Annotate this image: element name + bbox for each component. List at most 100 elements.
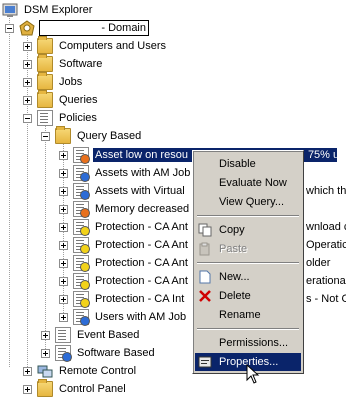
tree-item-policy[interactable]: Protection - CA Ant	[59, 236, 190, 254]
menu-item-new[interactable]: New...	[195, 268, 301, 286]
expand-icon[interactable]	[59, 276, 68, 286]
menu-item-view-query[interactable]: View Query...	[195, 193, 301, 211]
expand-icon[interactable]	[59, 222, 68, 232]
event-based-icon	[55, 327, 71, 343]
tree-item-policy[interactable]: Protection - CA Ant	[59, 254, 190, 272]
tree-item-label: Event Based	[77, 329, 140, 341]
menu-item-permissions[interactable]: Permissions...	[195, 334, 301, 352]
policy-icon	[73, 273, 90, 290]
software-based-icon	[55, 345, 72, 362]
tree-line	[9, 18, 10, 368]
expand-icon[interactable]	[23, 77, 32, 87]
policy-label-tail: older	[306, 257, 331, 269]
menu-item-rename[interactable]: Rename	[195, 306, 301, 324]
queries-folder-icon	[37, 90, 53, 108]
expand-icon[interactable]	[59, 150, 68, 160]
tree-root[interactable]: DSM Explorer	[2, 1, 94, 19]
expand-icon[interactable]	[59, 294, 68, 304]
expand-icon[interactable]	[23, 95, 32, 105]
expand-icon[interactable]	[59, 168, 68, 178]
query-based-folder-icon	[55, 126, 71, 144]
tree-item-policies[interactable]: Policies	[23, 109, 99, 127]
policy-icon	[73, 255, 90, 272]
expand-icon[interactable]	[59, 186, 68, 196]
tree-item-label: Computers and Users	[59, 40, 166, 52]
tree-item-policy[interactable]: Assets with AM Job	[59, 164, 192, 182]
root-label: DSM Explorer	[24, 4, 93, 16]
expand-icon[interactable]	[23, 366, 32, 376]
expand-icon[interactable]	[59, 312, 68, 322]
expand-icon[interactable]	[59, 258, 68, 268]
policy-icon	[73, 147, 90, 164]
policy-label-tail: s - Not O	[306, 293, 346, 305]
dsm-explorer-icon	[2, 2, 18, 18]
policies-icon	[37, 110, 53, 126]
tree-item-policy[interactable]: Protection - CA Int	[59, 290, 186, 308]
domain-icon	[19, 20, 35, 36]
expand-icon[interactable]	[59, 240, 68, 250]
warning-badge-icon	[80, 244, 90, 254]
tree-item-query-based[interactable]: Query Based	[41, 126, 143, 145]
menu-item-copy[interactable]: Copy	[195, 221, 301, 239]
mouse-pointer-icon	[246, 364, 260, 384]
jobs-folder-icon	[37, 72, 53, 90]
expand-icon[interactable]	[41, 330, 50, 340]
tree-item-software-based[interactable]: Software Based	[41, 344, 157, 362]
collapse-icon[interactable]	[23, 113, 32, 123]
policy-label: Protection - CA Ant	[95, 221, 188, 233]
tree-item-policy[interactable]: Protection - CA Ant	[59, 218, 190, 236]
warning-badge-icon	[80, 226, 90, 236]
policy-label: Protection - CA Ant	[95, 257, 188, 269]
policy-icon	[73, 165, 90, 182]
policy-label: Assets with Virtual	[95, 185, 185, 197]
menu-item-paste[interactable]: Paste	[195, 240, 301, 258]
tree-item-jobs[interactable]: Jobs	[23, 72, 84, 91]
warning-badge-icon	[80, 298, 90, 308]
menu-separator	[197, 215, 299, 217]
expand-icon[interactable]	[59, 204, 68, 214]
policy-icon	[73, 201, 90, 218]
tree-item-label: Jobs	[59, 76, 83, 88]
software-folder-icon	[37, 54, 53, 72]
menu-item-delete[interactable]: Delete	[195, 287, 301, 305]
collapse-icon[interactable]	[41, 131, 50, 141]
tree-item-event-based[interactable]: Event Based	[41, 326, 141, 344]
info-badge-icon	[62, 352, 72, 362]
expand-icon[interactable]	[23, 41, 32, 51]
tree-item-domain[interactable]: - Domain	[5, 19, 149, 37]
tree-item-queries[interactable]: Queries	[23, 90, 100, 109]
policy-icon	[73, 183, 90, 200]
policy-label: Protection - CA Int	[95, 293, 185, 305]
menu-item-disable[interactable]: Disable	[195, 155, 301, 173]
tree-item-policy[interactable]: Protection - CA Ant	[59, 272, 190, 290]
policy-label-tail: wnload c	[306, 221, 346, 233]
tree-item-control-panel[interactable]: Control Panel	[23, 379, 128, 398]
tree-item-software[interactable]: Software	[23, 54, 104, 73]
menu-separator	[197, 328, 299, 330]
policy-icon	[73, 309, 90, 326]
tree-item-remote-control[interactable]: Remote Control	[23, 362, 138, 380]
policy-icon	[73, 291, 90, 308]
tree-item-label: Software Based	[77, 347, 155, 359]
info-badge-icon	[80, 190, 90, 200]
collapse-icon[interactable]	[5, 23, 14, 33]
menu-item-evaluate-now[interactable]: Evaluate Now	[195, 174, 301, 192]
tree-item-label: Queries	[59, 94, 98, 106]
policy-label-tail: Operatic	[306, 239, 346, 251]
tree-item-policy[interactable]: Memory decreased	[59, 200, 191, 218]
policy-icon	[73, 237, 90, 254]
tree-line	[45, 126, 46, 354]
tree-item-computers-users[interactable]: Computers and Users	[23, 36, 168, 55]
control-panel-icon	[37, 379, 53, 397]
tree-item-label: Query Based	[77, 130, 142, 142]
policy-icon	[73, 219, 90, 236]
expand-icon[interactable]	[41, 348, 50, 358]
tree-item-policy[interactable]: Users with AM Job	[59, 308, 188, 326]
policy-label: Protection - CA Ant	[95, 239, 188, 251]
tree-item-policy[interactable]: Assets with Virtual	[59, 182, 187, 200]
warning-badge-icon	[80, 280, 90, 290]
copy-icon	[197, 222, 213, 238]
warning-badge-icon	[80, 262, 90, 272]
expand-icon[interactable]	[23, 59, 32, 69]
alert-badge-icon	[80, 154, 90, 164]
